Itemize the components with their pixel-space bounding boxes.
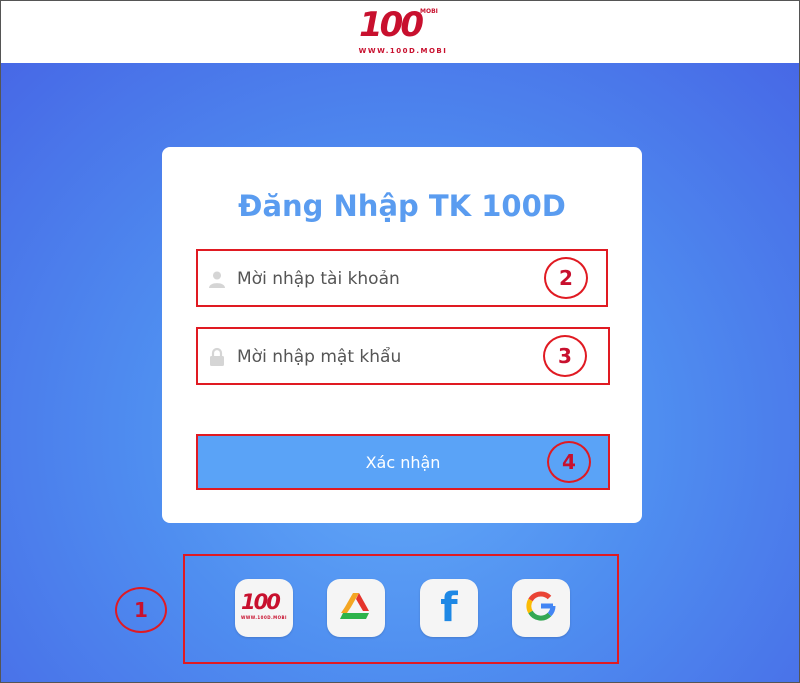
annotation-number-3: 3 bbox=[543, 335, 587, 377]
facebook-icon: f bbox=[440, 585, 458, 631]
login-drive-button[interactable] bbox=[327, 579, 385, 637]
logo-url-text: WWW.100D.MOBI bbox=[358, 47, 448, 55]
100d-logo-icon: 100 WWW.100D.MOBI bbox=[239, 590, 289, 626]
logo-mobi-text: MOBI bbox=[420, 8, 438, 15]
google-icon bbox=[524, 589, 558, 627]
login-title: Đăng Nhập TK 100D bbox=[238, 189, 566, 223]
annotation-number-2: 2 bbox=[544, 257, 588, 299]
social-logo-number: 100 bbox=[241, 590, 281, 614]
screen-frame: 100 MOBI WWW.100D.MOBI Đăng Nhập TK 100D… bbox=[0, 0, 800, 683]
brand-logo[interactable]: 100 MOBI WWW.100D.MOBI bbox=[357, 5, 449, 59]
social-logo-url: WWW.100D.MOBI bbox=[240, 615, 288, 620]
recycle-triangle-icon bbox=[339, 591, 373, 625]
top-header: 100 MOBI WWW.100D.MOBI bbox=[1, 1, 799, 63]
annotation-number-4: 4 bbox=[547, 441, 591, 483]
login-google-button[interactable] bbox=[512, 579, 570, 637]
logo-number: 100 bbox=[359, 5, 424, 45]
login-facebook-button[interactable]: f bbox=[420, 579, 478, 637]
login-100d-button[interactable]: 100 WWW.100D.MOBI bbox=[235, 579, 293, 637]
annotation-number-1: 1 bbox=[115, 587, 167, 633]
